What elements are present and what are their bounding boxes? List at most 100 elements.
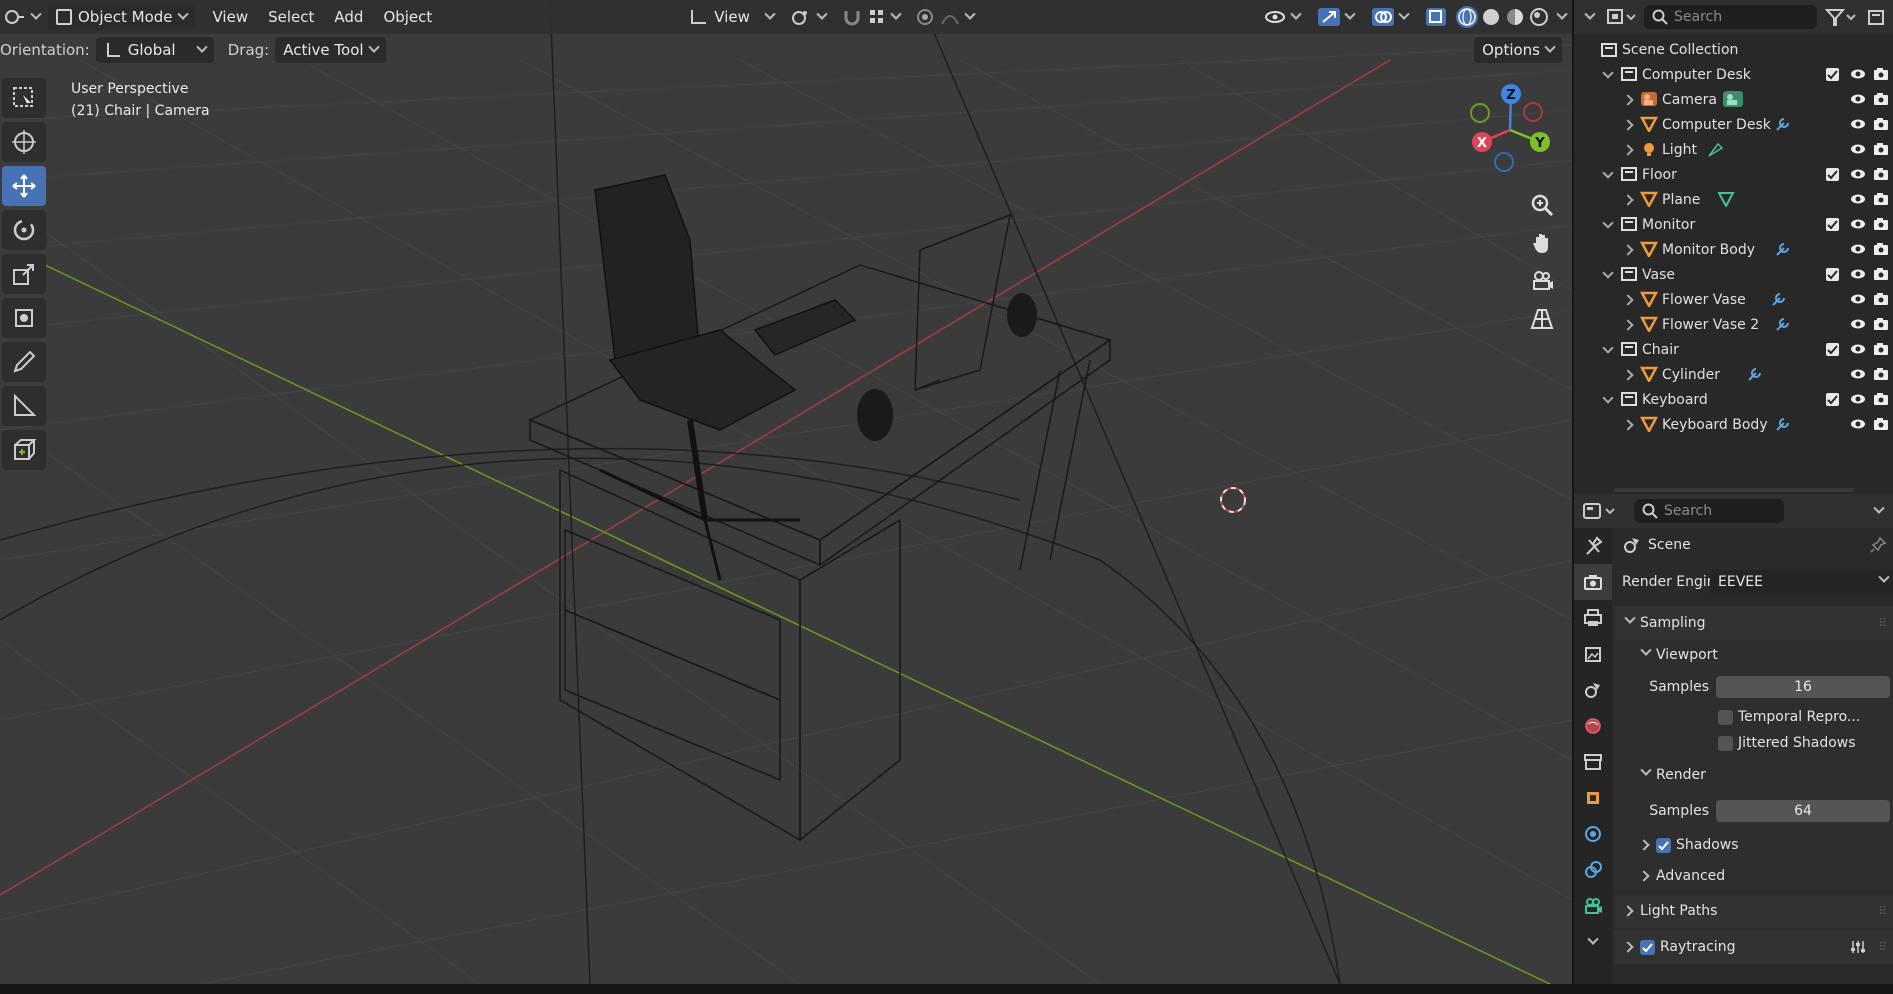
- visibility-eye-icon[interactable]: [1850, 418, 1866, 430]
- viewport-subpanel-header[interactable]: Viewport: [1614, 640, 1893, 670]
- tab-output[interactable]: [1574, 600, 1612, 636]
- tab-world[interactable]: [1574, 708, 1612, 744]
- visibility-eye-icon[interactable]: [1850, 293, 1866, 305]
- overlays-toggle[interactable]: [1364, 4, 1416, 30]
- chevron-down-icon[interactable]: [1602, 217, 1614, 229]
- modifier-wrench-icon[interactable]: [1774, 241, 1792, 257]
- chevron-down-icon[interactable]: [1584, 8, 1596, 20]
- outliner-row[interactable]: Chair: [1574, 337, 1893, 362]
- chevron-right-icon[interactable]: [1622, 319, 1634, 331]
- raytracing-checkbox[interactable]: [1640, 939, 1655, 955]
- outliner-row[interactable]: Camera: [1574, 87, 1893, 112]
- properties-search[interactable]: Search: [1634, 499, 1784, 523]
- pan-button[interactable]: [1525, 226, 1559, 260]
- chevron-right-icon[interactable]: [1622, 94, 1634, 106]
- render-camera-icon[interactable]: [1873, 417, 1889, 431]
- chevron-right-icon[interactable]: [1622, 119, 1634, 131]
- outliner-row[interactable]: Vase: [1574, 262, 1893, 287]
- render-camera-icon[interactable]: [1873, 217, 1889, 231]
- shadows-subpanel-header[interactable]: Shadows: [1614, 828, 1893, 862]
- visibility-eye-icon[interactable]: [1850, 368, 1866, 380]
- tab-object[interactable]: [1574, 780, 1612, 816]
- ortho-toggle-button[interactable]: [1525, 302, 1559, 336]
- filter-icon[interactable]: [1825, 7, 1859, 27]
- chevron-right-icon[interactable]: [1622, 244, 1634, 256]
- gizmo-neg-x[interactable]: [1523, 102, 1543, 122]
- chevron-down-icon[interactable]: [1602, 342, 1614, 354]
- chevron-right-icon[interactable]: [1622, 144, 1634, 156]
- light-data-icon[interactable]: [1706, 141, 1724, 159]
- outliner-row[interactable]: Computer Desk: [1574, 62, 1893, 87]
- select-box-tool[interactable]: [2, 78, 46, 118]
- visibility-eye-icon[interactable]: [1850, 68, 1866, 80]
- cursor-tool[interactable]: [2, 122, 46, 162]
- options-dropdown[interactable]: Options: [1474, 37, 1562, 63]
- measure-tool[interactable]: [2, 386, 46, 426]
- chevron-right-icon[interactable]: [1622, 369, 1634, 381]
- display-mode-icon[interactable]: [1606, 7, 1636, 27]
- render-camera-icon[interactable]: [1873, 117, 1889, 131]
- visibility-button[interactable]: [1256, 4, 1308, 30]
- jittered-shadows-row[interactable]: Jittered Shadows: [1614, 730, 1893, 756]
- drag-grip-icon[interactable]: ⠿: [1878, 616, 1887, 630]
- properties-editor-icon[interactable]: [1582, 500, 1618, 522]
- preset-sliders-icon[interactable]: [1849, 939, 1867, 955]
- render-samples-field[interactable]: 64: [1716, 800, 1890, 822]
- menu-object[interactable]: Object: [373, 8, 442, 26]
- collection-include-checkbox[interactable]: [1826, 393, 1839, 406]
- visibility-eye-icon[interactable]: [1850, 143, 1866, 155]
- proportional-editing-toggle[interactable]: [908, 4, 982, 30]
- rotate-tool[interactable]: [2, 210, 46, 250]
- advanced-subpanel-header[interactable]: Advanced: [1614, 862, 1893, 890]
- modifier-wrench-icon[interactable]: [1774, 416, 1792, 432]
- render-camera-icon[interactable]: [1873, 142, 1889, 156]
- chevron-down-icon[interactable]: [1602, 267, 1614, 279]
- visibility-eye-icon[interactable]: [1850, 318, 1866, 330]
- drag-grip-icon[interactable]: ⠿: [1878, 904, 1887, 918]
- outliner-scrollbar[interactable]: [1614, 488, 1854, 492]
- tabs-scroll-down[interactable]: [1574, 924, 1612, 960]
- tab-collection[interactable]: [1574, 744, 1612, 780]
- chevron-right-icon[interactable]: [1622, 294, 1634, 306]
- scale-tool[interactable]: [2, 254, 46, 294]
- chevron-down-icon[interactable]: [1556, 8, 1568, 20]
- jittered-shadows-checkbox[interactable]: [1718, 735, 1733, 751]
- camera-data-icon[interactable]: [1722, 90, 1744, 108]
- menu-select[interactable]: Select: [258, 8, 324, 26]
- scene-collection-row[interactable]: Scene Collection: [1574, 37, 1893, 62]
- outliner-search[interactable]: Search: [1644, 5, 1817, 29]
- new-collection-icon[interactable]: [1867, 7, 1887, 27]
- collection-include-checkbox[interactable]: [1826, 268, 1839, 281]
- drag-dropdown[interactable]: Active Tool: [275, 37, 386, 63]
- collection-include-checkbox[interactable]: [1826, 168, 1839, 181]
- render-camera-icon[interactable]: [1873, 242, 1889, 256]
- collection-include-checkbox[interactable]: [1826, 68, 1839, 81]
- 3d-viewport[interactable]: Object Mode View Select Add Object View: [0, 0, 1572, 984]
- chevron-down-icon[interactable]: [1873, 502, 1885, 514]
- camera-view-button[interactable]: [1525, 264, 1559, 298]
- visibility-eye-icon[interactable]: [1850, 118, 1866, 130]
- render-engine-dropdown[interactable]: EEVEE: [1710, 570, 1893, 594]
- modifier-wrench-icon[interactable]: [1774, 316, 1792, 332]
- outliner-row[interactable]: Monitor: [1574, 212, 1893, 237]
- menu-add[interactable]: Add: [324, 8, 373, 26]
- xray-toggle[interactable]: [1418, 4, 1454, 30]
- outliner-row[interactable]: Floor: [1574, 162, 1893, 187]
- render-camera-icon[interactable]: [1873, 292, 1889, 306]
- chevron-down-icon[interactable]: [1602, 67, 1614, 79]
- menu-view[interactable]: View: [203, 8, 259, 26]
- temporal-reprojection-checkbox[interactable]: [1718, 709, 1733, 725]
- outliner-row[interactable]: Flower Vase: [1574, 287, 1893, 312]
- temporal-reprojection-row[interactable]: Temporal Repro...: [1614, 704, 1893, 730]
- viewport-samples-field[interactable]: 16: [1716, 676, 1890, 698]
- visibility-eye-icon[interactable]: [1850, 218, 1866, 230]
- pivot-point-button[interactable]: [782, 4, 834, 30]
- outliner-row[interactable]: Keyboard Body: [1574, 412, 1893, 437]
- outliner-row[interactable]: Monitor Body: [1574, 237, 1893, 262]
- render-camera-icon[interactable]: [1873, 317, 1889, 331]
- tab-render[interactable]: [1574, 564, 1612, 600]
- pin-icon[interactable]: [1869, 536, 1887, 554]
- add-cube-tool[interactable]: [2, 430, 46, 470]
- mode-dropdown[interactable]: Object Mode: [48, 4, 195, 30]
- render-subpanel-header[interactable]: Render: [1614, 756, 1893, 794]
